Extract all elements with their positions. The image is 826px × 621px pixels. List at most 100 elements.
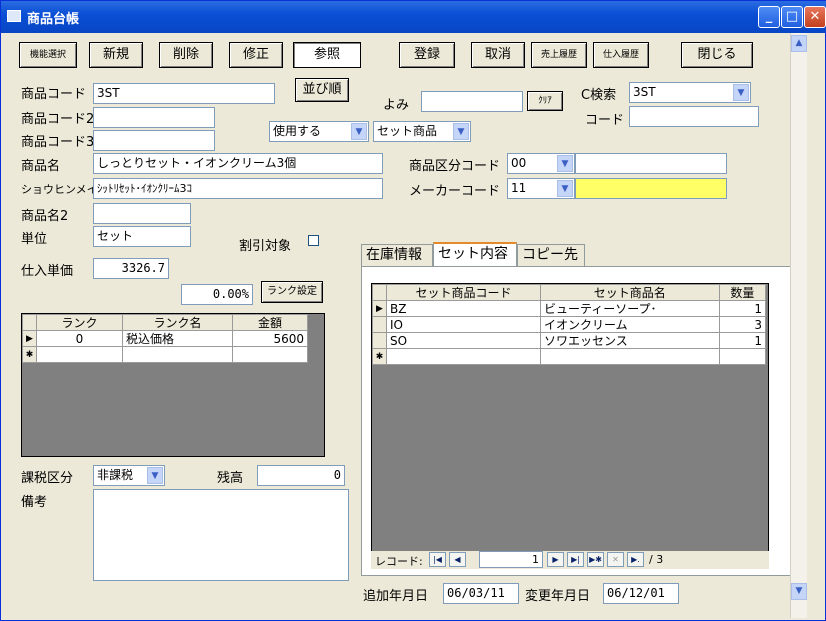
scroll-down-icon[interactable]: ▼ bbox=[791, 583, 807, 600]
rank-settings-button[interactable]: ランク設定 bbox=[261, 281, 323, 303]
register-button[interactable]: 登録 bbox=[399, 42, 455, 68]
modify-button[interactable]: 修正 bbox=[229, 42, 283, 68]
product-code3-field[interactable] bbox=[93, 130, 215, 151]
table-row[interactable]: ▶ 0 税込価格 5600 bbox=[22, 330, 309, 347]
row-selector[interactable] bbox=[372, 332, 387, 349]
category-code-select[interactable]: 00 ▼ bbox=[507, 153, 575, 174]
sales-history-button[interactable]: 売上履歴 bbox=[531, 42, 587, 68]
kana-field[interactable]: ｼｯﾄﾘｾｯﾄ･ｲｵﾝｸﾘｰﾑ3ｺ bbox=[93, 178, 383, 199]
row-selector-header bbox=[22, 314, 37, 331]
delete-record-icon[interactable]: ✕ bbox=[607, 552, 624, 567]
c-search-label: C検索 bbox=[581, 88, 617, 103]
set-type-select[interactable]: セット商品 ▼ bbox=[373, 121, 471, 142]
empty-cell[interactable] bbox=[231, 346, 309, 363]
empty-cell[interactable] bbox=[539, 348, 720, 365]
product-code-field[interactable]: 3ST bbox=[93, 83, 275, 104]
chevron-down-icon[interactable]: ▼ bbox=[557, 155, 573, 172]
rank-name-cell[interactable]: 税込価格 bbox=[121, 330, 233, 347]
product-name-field[interactable]: しっとりセット・イオンクリーム3個 bbox=[93, 153, 383, 174]
maximize-icon[interactable]: □ bbox=[781, 6, 803, 28]
current-record-field[interactable]: 1 bbox=[479, 551, 543, 568]
stock-field[interactable]: 0 bbox=[257, 465, 345, 486]
empty-cell[interactable] bbox=[121, 346, 233, 363]
chevron-down-icon[interactable]: ▼ bbox=[557, 180, 573, 197]
row-selector[interactable] bbox=[372, 316, 387, 333]
qty-cell[interactable]: 3 bbox=[718, 316, 767, 333]
yomi-field[interactable] bbox=[421, 91, 523, 112]
set-code-cell[interactable]: IO bbox=[386, 316, 541, 333]
added-date-label: 追加年月日 bbox=[363, 589, 429, 604]
tab-copy-to[interactable]: コピー先 bbox=[517, 244, 585, 266]
discount-label: 割引対象 bbox=[239, 239, 292, 254]
new-row[interactable]: ✱ bbox=[22, 346, 309, 363]
qty-cell[interactable]: 1 bbox=[718, 332, 767, 349]
table-row[interactable]: ▶ BZ ビューティーソープ･ 1 bbox=[372, 300, 767, 317]
set-code-cell[interactable]: SO bbox=[386, 332, 541, 349]
empty-cell[interactable] bbox=[386, 348, 541, 365]
chevron-down-icon[interactable]: ▼ bbox=[147, 467, 163, 484]
chevron-down-icon[interactable]: ▼ bbox=[733, 84, 749, 101]
scroll-up-icon[interactable]: ▲ bbox=[791, 35, 807, 52]
new-record-icon: ✱ bbox=[22, 346, 37, 363]
new-button[interactable]: 新規 bbox=[89, 42, 143, 68]
tax-label: 課税区分 bbox=[21, 471, 74, 486]
prev-record-icon[interactable]: ◀ bbox=[449, 552, 466, 567]
memo-field[interactable] bbox=[93, 489, 349, 581]
set-contents-grid: セット商品コード セット商品名 数量 ▶ BZ ビューティーソープ･ 1 IO … bbox=[371, 283, 769, 567]
new-record-nav-icon[interactable]: ▶✱ bbox=[587, 552, 604, 567]
cost-field[interactable]: 3326.7 bbox=[93, 258, 169, 279]
table-row[interactable]: SO ソワエッセンス 1 bbox=[372, 332, 767, 349]
c-search-select[interactable]: 3ST ▼ bbox=[629, 82, 751, 103]
next-record-icon[interactable]: ▶ bbox=[547, 552, 564, 567]
set-code-cell[interactable]: BZ bbox=[386, 300, 541, 317]
stock-label: 残高 bbox=[217, 471, 244, 486]
maker-code-value: 11 bbox=[511, 181, 527, 195]
purchase-history-button[interactable]: 仕入履歴 bbox=[593, 42, 649, 68]
changed-date-field: 06/12/01 bbox=[603, 583, 679, 604]
code-field[interactable] bbox=[629, 106, 759, 127]
minimize-icon[interactable]: _ bbox=[758, 6, 780, 28]
amount-cell[interactable]: 5600 bbox=[231, 330, 309, 347]
filter-record-icon[interactable]: ▶. bbox=[627, 552, 644, 567]
product-name2-field[interactable] bbox=[93, 203, 191, 224]
first-record-icon[interactable]: |◀ bbox=[429, 552, 446, 567]
main-window: 商品台帳 _ □ ✕ 機能選択 新規 削除 修正 参照 登録 取消 売上履歴 仕… bbox=[0, 0, 826, 621]
close-button[interactable]: 閉じる bbox=[681, 42, 753, 68]
empty-cell[interactable] bbox=[718, 348, 767, 365]
empty-cell[interactable] bbox=[36, 346, 123, 363]
chevron-down-icon[interactable]: ▼ bbox=[453, 123, 469, 140]
added-date-field: 06/03/11 bbox=[443, 583, 519, 604]
view-button[interactable]: 参照 bbox=[293, 42, 361, 68]
tab-stock-info[interactable]: 在庫情報 bbox=[361, 244, 433, 266]
clear-button[interactable]: ｸﾘｱ bbox=[527, 91, 563, 111]
sort-order-button[interactable]: 並び順 bbox=[295, 78, 349, 102]
discount-checkbox[interactable] bbox=[308, 235, 319, 246]
set-name-cell[interactable]: ソワエッセンス bbox=[539, 332, 720, 349]
set-name-cell[interactable]: ビューティーソープ･ bbox=[539, 300, 720, 317]
set-name-col-header: セット商品名 bbox=[539, 284, 720, 301]
cancel-button[interactable]: 取消 bbox=[471, 42, 525, 68]
rank-cell[interactable]: 0 bbox=[36, 330, 123, 347]
rate-field[interactable]: 0.00% bbox=[181, 284, 253, 305]
vertical-scrollbar[interactable]: ▲ ▼ bbox=[790, 33, 807, 618]
use-status-select[interactable]: 使用する ▼ bbox=[269, 121, 369, 142]
maker-code-select[interactable]: 11 ▼ bbox=[507, 178, 575, 199]
qty-cell[interactable]: 1 bbox=[718, 300, 767, 317]
delete-button[interactable]: 削除 bbox=[159, 42, 213, 68]
set-name-cell[interactable]: イオンクリーム bbox=[539, 316, 720, 333]
title-bar: 商品台帳 _ □ ✕ bbox=[1, 1, 826, 33]
new-row[interactable]: ✱ bbox=[372, 348, 767, 365]
tab-set-contents[interactable]: セット内容 bbox=[433, 242, 517, 266]
record-navigator: レコード: |◀ ◀ 1 ▶ ▶| ▶✱ ✕ ▶. / 3 bbox=[371, 551, 769, 569]
chevron-down-icon[interactable]: ▼ bbox=[351, 123, 367, 140]
function-select-button[interactable]: 機能選択 bbox=[19, 42, 77, 68]
close-icon[interactable]: ✕ bbox=[804, 6, 826, 28]
table-row[interactable]: IO イオンクリーム 3 bbox=[372, 316, 767, 333]
tax-select[interactable]: 非課税 ▼ bbox=[93, 465, 165, 486]
record-label: レコード: bbox=[375, 555, 423, 568]
row-selector-header bbox=[372, 284, 387, 301]
product-name-label: 商品名 bbox=[21, 159, 61, 174]
product-code2-field[interactable] bbox=[93, 107, 215, 128]
last-record-icon[interactable]: ▶| bbox=[567, 552, 584, 567]
unit-field[interactable]: セット bbox=[93, 226, 191, 247]
